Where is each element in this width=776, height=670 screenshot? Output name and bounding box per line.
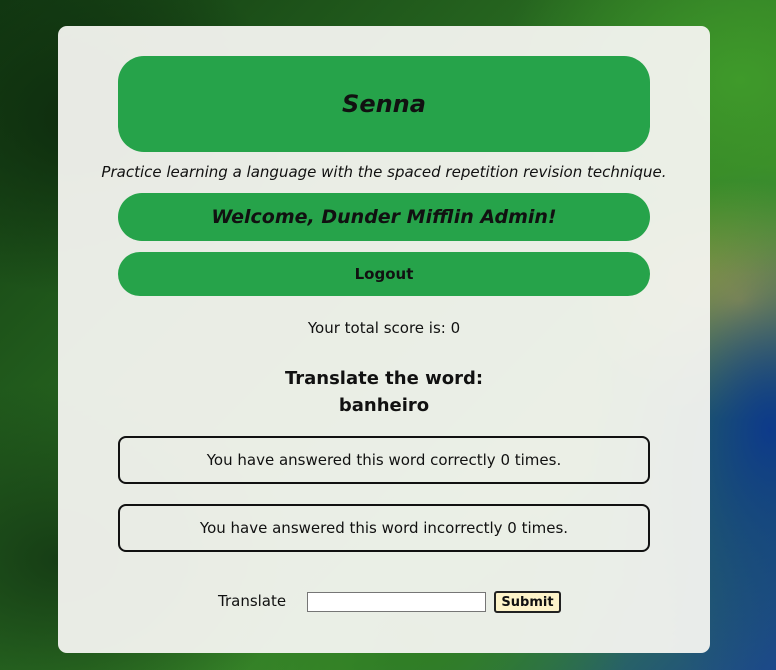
- translate-label: Translate: [218, 592, 287, 610]
- translate-input[interactable]: [307, 592, 486, 612]
- translate-heading: Translate the word: banheiro: [58, 365, 710, 419]
- app-tagline: Practice learning a language with the sp…: [101, 163, 667, 181]
- correct-count-box: You have answered this word correctly 0 …: [118, 436, 650, 484]
- welcome-banner: Welcome, Dunder Mifflin Admin!: [118, 193, 650, 241]
- app-title: Senna: [342, 90, 426, 118]
- incorrect-count-box: You have answered this word incorrectly …: [118, 504, 650, 552]
- logout-button[interactable]: Logout: [118, 252, 650, 296]
- current-word: banheiro: [338, 395, 430, 416]
- translate-form: Translate Submit: [58, 590, 710, 614]
- translate-prompt: Translate the word:: [284, 368, 484, 389]
- main-card: Senna Practice learning a language with …: [58, 26, 710, 653]
- app-header: Senna: [118, 56, 650, 152]
- submit-button[interactable]: Submit: [494, 591, 561, 613]
- total-score: Your total score is: 0: [307, 319, 461, 337]
